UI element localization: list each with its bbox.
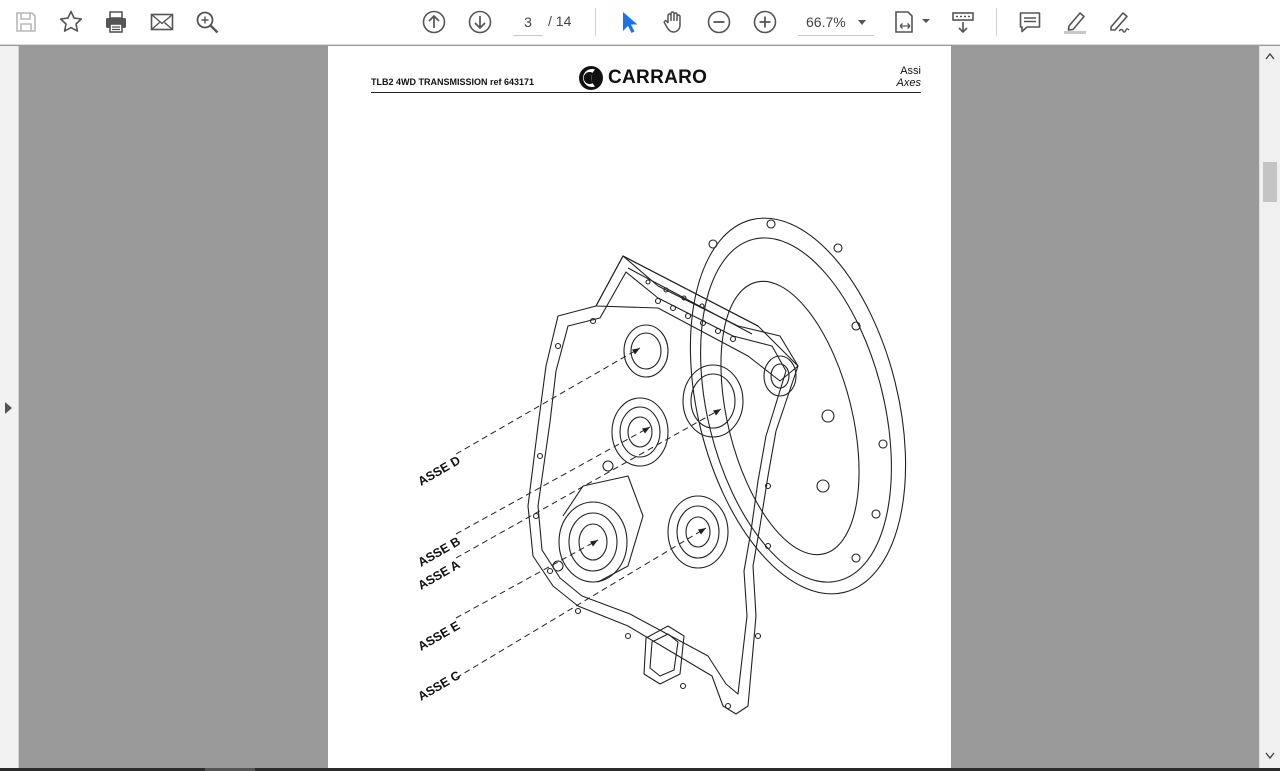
bell-housing [689, 217, 907, 595]
scroll-up-icon[interactable] [1265, 52, 1275, 60]
bookmark-button[interactable] [55, 6, 87, 38]
minus-circle-icon [707, 10, 731, 34]
email-button[interactable] [146, 6, 178, 38]
scroll-mode-icon [952, 12, 974, 34]
header-rule [371, 92, 921, 93]
transmission-drawing: ASSE D ASSE B ASSE A ASSE E ASSE C [416, 217, 907, 715]
fit-page-icon [895, 11, 930, 33]
label-asse-c: ASSE C [416, 668, 463, 703]
page-total: / 14 [548, 13, 572, 29]
zoom-value: 66.7% [806, 14, 846, 30]
document-title: TLB2 4WD TRANSMISSION ref 643171 [371, 77, 535, 87]
zoom-in-button[interactable] [749, 6, 781, 38]
zoom-out-button[interactable] [703, 6, 735, 38]
search-button[interactable] [191, 6, 223, 38]
plus-circle-icon [753, 10, 777, 34]
save-icon [16, 12, 36, 32]
search-icon [196, 11, 219, 34]
pen-signature-icon [1110, 12, 1130, 33]
header-label-assi: Assi [900, 65, 921, 77]
scroll-down-icon[interactable] [1265, 752, 1275, 760]
previous-page-button[interactable] [418, 6, 450, 38]
vertical-scrollbar[interactable] [1259, 46, 1280, 768]
toolbar: / 14 66.7% [0, 0, 1280, 45]
envelope-icon [150, 13, 174, 31]
left-panel-toggle[interactable] [0, 46, 19, 768]
header-label-axes: Axes [896, 77, 921, 89]
next-page-button[interactable] [464, 6, 496, 38]
logo-mark-icon [579, 66, 603, 90]
fit-page-button[interactable] [890, 6, 934, 38]
zoom-select[interactable]: 66.7% [798, 8, 874, 36]
hand-tool-button[interactable] [658, 6, 690, 38]
logo-text: CARRARO [608, 67, 708, 88]
chevron-right-icon [5, 402, 12, 414]
chevron-down-icon [858, 20, 866, 25]
print-button[interactable] [100, 6, 132, 38]
label-asse-d: ASSE D [416, 453, 463, 488]
pdf-page: TLB2 4WD TRANSMISSION ref 643171 CARRARO… [328, 46, 951, 768]
separator [595, 8, 596, 36]
printer-icon [106, 11, 126, 33]
scrolling-mode-button[interactable] [947, 6, 979, 38]
page-number-input[interactable] [513, 8, 543, 36]
arrow-down-circle-icon [468, 10, 492, 34]
save-button[interactable] [10, 6, 42, 38]
arrow-up-circle-icon [422, 10, 446, 34]
comment-icon [1019, 12, 1041, 33]
star-icon [59, 10, 83, 32]
hand-icon [663, 11, 681, 33]
separator [996, 8, 997, 36]
comment-button[interactable] [1014, 6, 1046, 38]
highlight-button[interactable] [1059, 6, 1091, 38]
scroll-thumb[interactable] [1263, 162, 1277, 202]
label-asse-e: ASSE E [416, 619, 463, 654]
select-tool-button[interactable] [612, 6, 644, 38]
carraro-logo: CARRARO [578, 64, 707, 92]
highlighter-icon [1064, 12, 1086, 34]
cursor-arrow-icon [623, 12, 638, 33]
draw-button[interactable] [1104, 6, 1136, 38]
